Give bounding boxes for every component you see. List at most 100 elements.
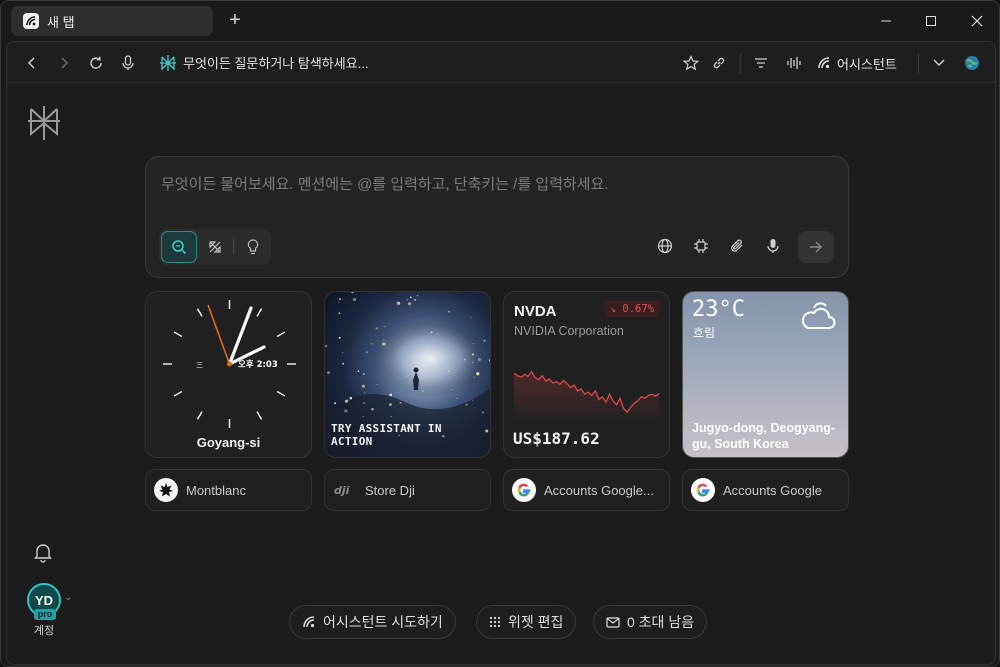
invites-label: 0 초대 남음 bbox=[627, 614, 695, 630]
sparkle bbox=[482, 411, 484, 414]
shortcut-accounts-google-2[interactable]: Accounts Google bbox=[682, 469, 849, 511]
montblanc-icon bbox=[154, 478, 178, 502]
sparkle bbox=[383, 325, 386, 328]
sparkle bbox=[472, 342, 475, 345]
model-chip-icon[interactable] bbox=[690, 235, 712, 257]
browser-window: 새 탭 + 무엇이든 질문하거나 탐색하세요... 어시스턴트 무엇이든 물어보… bbox=[0, 0, 1000, 667]
search-mode-button[interactable] bbox=[161, 231, 197, 263]
address-bar[interactable]: 무엇이든 질문하거나 탐색하세요... bbox=[159, 53, 369, 72]
sparkle bbox=[342, 362, 345, 365]
grid-dots-icon bbox=[489, 616, 501, 628]
shortcut-label: Store Dji bbox=[365, 482, 415, 498]
pro-badge: pro bbox=[34, 609, 56, 620]
stock-price: US$187.62 bbox=[513, 429, 600, 448]
edit-widgets-button[interactable]: 위젯 편집 bbox=[476, 605, 577, 639]
navigation-toolbar: 무엇이든 질문하거나 탐색하세요... 어시스턴트 bbox=[7, 42, 995, 83]
close-button[interactable] bbox=[966, 11, 988, 31]
new-tab-button[interactable]: + bbox=[225, 10, 245, 32]
assistant-button[interactable]: 어시스턴트 bbox=[817, 52, 897, 74]
google-icon bbox=[512, 478, 536, 502]
address-text: 무엇이든 질문하거나 탐색하세요... bbox=[183, 56, 369, 71]
chevron-down-icon[interactable]: ⌄ bbox=[64, 592, 72, 603]
sparkle bbox=[399, 401, 402, 404]
try-assistant-button[interactable]: 어시스턴트 시도하기 bbox=[289, 605, 456, 639]
maximize-button[interactable] bbox=[920, 11, 942, 31]
shortcut-accounts-google[interactable]: Accounts Google... bbox=[503, 469, 670, 511]
mail-icon bbox=[606, 616, 620, 628]
sparkle bbox=[488, 358, 490, 362]
sparkle bbox=[448, 370, 451, 373]
shortcut-store-dji[interactable]: dji Store Dji bbox=[324, 469, 491, 511]
clock-tick bbox=[173, 331, 183, 338]
research-mode-button[interactable] bbox=[197, 231, 233, 263]
clock-tick bbox=[173, 390, 183, 397]
sparkle bbox=[346, 399, 349, 402]
copy-link-icon[interactable] bbox=[708, 52, 730, 74]
sparkle bbox=[430, 331, 433, 334]
minimize-button[interactable] bbox=[875, 11, 897, 31]
labs-mode-button[interactable] bbox=[235, 231, 271, 263]
search-box[interactable]: 무엇이든 물어보세요. 멘션에는 @를 입력하고, 단축키는 /를 입력하세요. bbox=[145, 156, 849, 278]
dji-icon: dji bbox=[333, 478, 357, 502]
forward-button[interactable] bbox=[53, 52, 75, 74]
sparkle bbox=[363, 392, 365, 394]
stock-change-badge: ↘ 0.67% bbox=[604, 301, 659, 317]
sparkle bbox=[408, 302, 412, 306]
stock-widget[interactable]: NVDA NVIDIA Corporation ↘ 0.67% US$187.6… bbox=[503, 291, 670, 458]
sparkle bbox=[388, 403, 392, 407]
weather-widget[interactable]: 23°C 흐림 Jugyo-dong, Deogyang-gu, South K… bbox=[682, 291, 849, 458]
assistant-promo-widget[interactable]: TRY ASSISTANT IN ACTION bbox=[324, 291, 491, 458]
profile-globe-icon[interactable] bbox=[961, 52, 983, 74]
submit-button[interactable] bbox=[798, 231, 834, 263]
arrow-right-icon bbox=[810, 241, 822, 253]
sparkle bbox=[465, 403, 468, 406]
clock-widget[interactable]: 오후 2:03 三 Goyang-si bbox=[145, 291, 312, 458]
shortcut-montblanc[interactable]: Montblanc bbox=[145, 469, 312, 511]
sparkle bbox=[477, 357, 481, 362]
attach-paperclip-icon[interactable] bbox=[726, 235, 748, 257]
bookmark-star-icon[interactable] bbox=[680, 52, 702, 74]
sparkle bbox=[327, 371, 330, 375]
perplexity-logo-icon[interactable] bbox=[27, 104, 61, 142]
clock-tick bbox=[276, 390, 286, 397]
sparkle bbox=[471, 353, 475, 356]
chevron-down-icon[interactable] bbox=[928, 52, 950, 74]
microphone-icon[interactable] bbox=[762, 235, 784, 257]
clock-tick bbox=[196, 308, 203, 317]
cloud-icon bbox=[801, 302, 836, 329]
voice-mode-icon[interactable] bbox=[783, 52, 805, 74]
sparkle bbox=[414, 298, 417, 301]
sparkle bbox=[375, 327, 378, 330]
sparkle bbox=[451, 389, 453, 391]
voice-search-icon[interactable] bbox=[117, 52, 139, 74]
search-mode-selector bbox=[159, 229, 271, 265]
notification-bell-icon[interactable] bbox=[32, 541, 54, 563]
sparkle bbox=[406, 360, 407, 362]
assistant-favicon-icon bbox=[23, 13, 39, 29]
search-placeholder[interactable]: 무엇이든 물어보세요. 멘션에는 @를 입력하고, 단축키는 /를 입력하세요. bbox=[161, 173, 608, 194]
sparkle bbox=[382, 342, 386, 346]
reload-button[interactable] bbox=[85, 52, 107, 74]
clock-city: Goyang-si bbox=[196, 435, 261, 450]
sparkle bbox=[344, 409, 348, 413]
globe-icon[interactable] bbox=[654, 235, 676, 257]
sparkle bbox=[406, 375, 408, 377]
sparkle bbox=[371, 407, 374, 411]
sparkle bbox=[390, 415, 392, 418]
back-button[interactable] bbox=[21, 52, 43, 74]
stock-ticker: NVDA bbox=[514, 303, 557, 320]
toolbar-divider bbox=[740, 53, 741, 73]
reader-mode-icon[interactable] bbox=[750, 52, 772, 74]
sparkle bbox=[362, 373, 365, 375]
sparkle bbox=[349, 396, 353, 400]
sparkle bbox=[421, 390, 424, 393]
analog-clock: 오후 2:03 三 bbox=[163, 300, 296, 428]
sparkle bbox=[464, 358, 466, 361]
sparkle bbox=[416, 294, 419, 297]
tab-new-tab[interactable]: 새 탭 bbox=[11, 6, 213, 36]
sparkle bbox=[436, 333, 438, 335]
clock-date-mark: 三 bbox=[196, 361, 203, 369]
sparkle bbox=[338, 336, 341, 339]
invites-button[interactable]: 0 초대 남음 bbox=[593, 605, 708, 639]
shortcut-label: Accounts Google bbox=[723, 482, 823, 498]
